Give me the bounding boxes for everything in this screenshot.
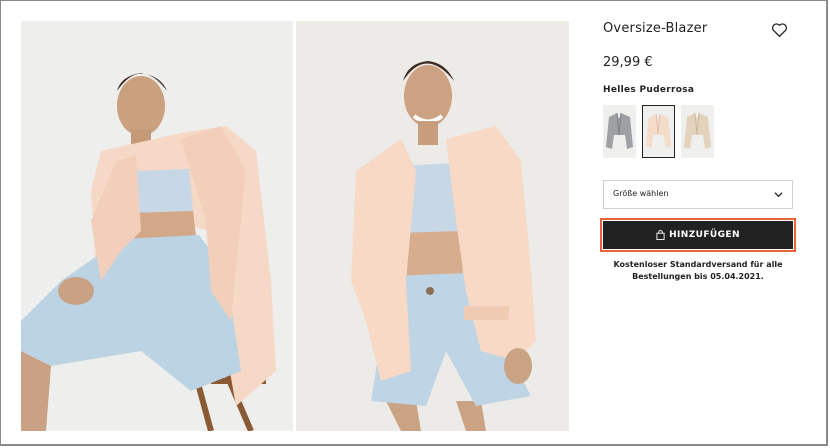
size-select[interactable]: Größe wählen	[603, 180, 793, 209]
product-price: 29,99 €	[603, 55, 653, 70]
add-to-cart-label: HINZUFÜGEN	[669, 230, 740, 240]
add-to-cart-button[interactable]: HINZUFÜGEN	[600, 218, 796, 252]
size-select-label: Größe wählen	[613, 189, 669, 198]
color-swatch-beige[interactable]	[681, 105, 714, 158]
blazer-beige-thumbnail	[684, 112, 711, 149]
selected-color-name: Helles Puderrosa	[603, 85, 695, 95]
blazer-grey-thumbnail	[606, 112, 633, 149]
color-swatch-grey[interactable]	[603, 105, 636, 158]
blazer-light-pink-thumbnail	[645, 114, 672, 148]
bag-icon	[656, 230, 665, 240]
favorite-heart-icon[interactable]	[771, 22, 788, 38]
product-image-standing[interactable]	[296, 21, 569, 431]
shipping-note: Kostenloser Standardversand für alle Bes…	[613, 260, 783, 281]
product-title: Oversize-Blazer	[603, 21, 708, 36]
color-swatch-light-pink[interactable]	[642, 105, 675, 158]
chevron-down-icon	[774, 192, 783, 198]
product-image-seated[interactable]	[21, 21, 293, 431]
